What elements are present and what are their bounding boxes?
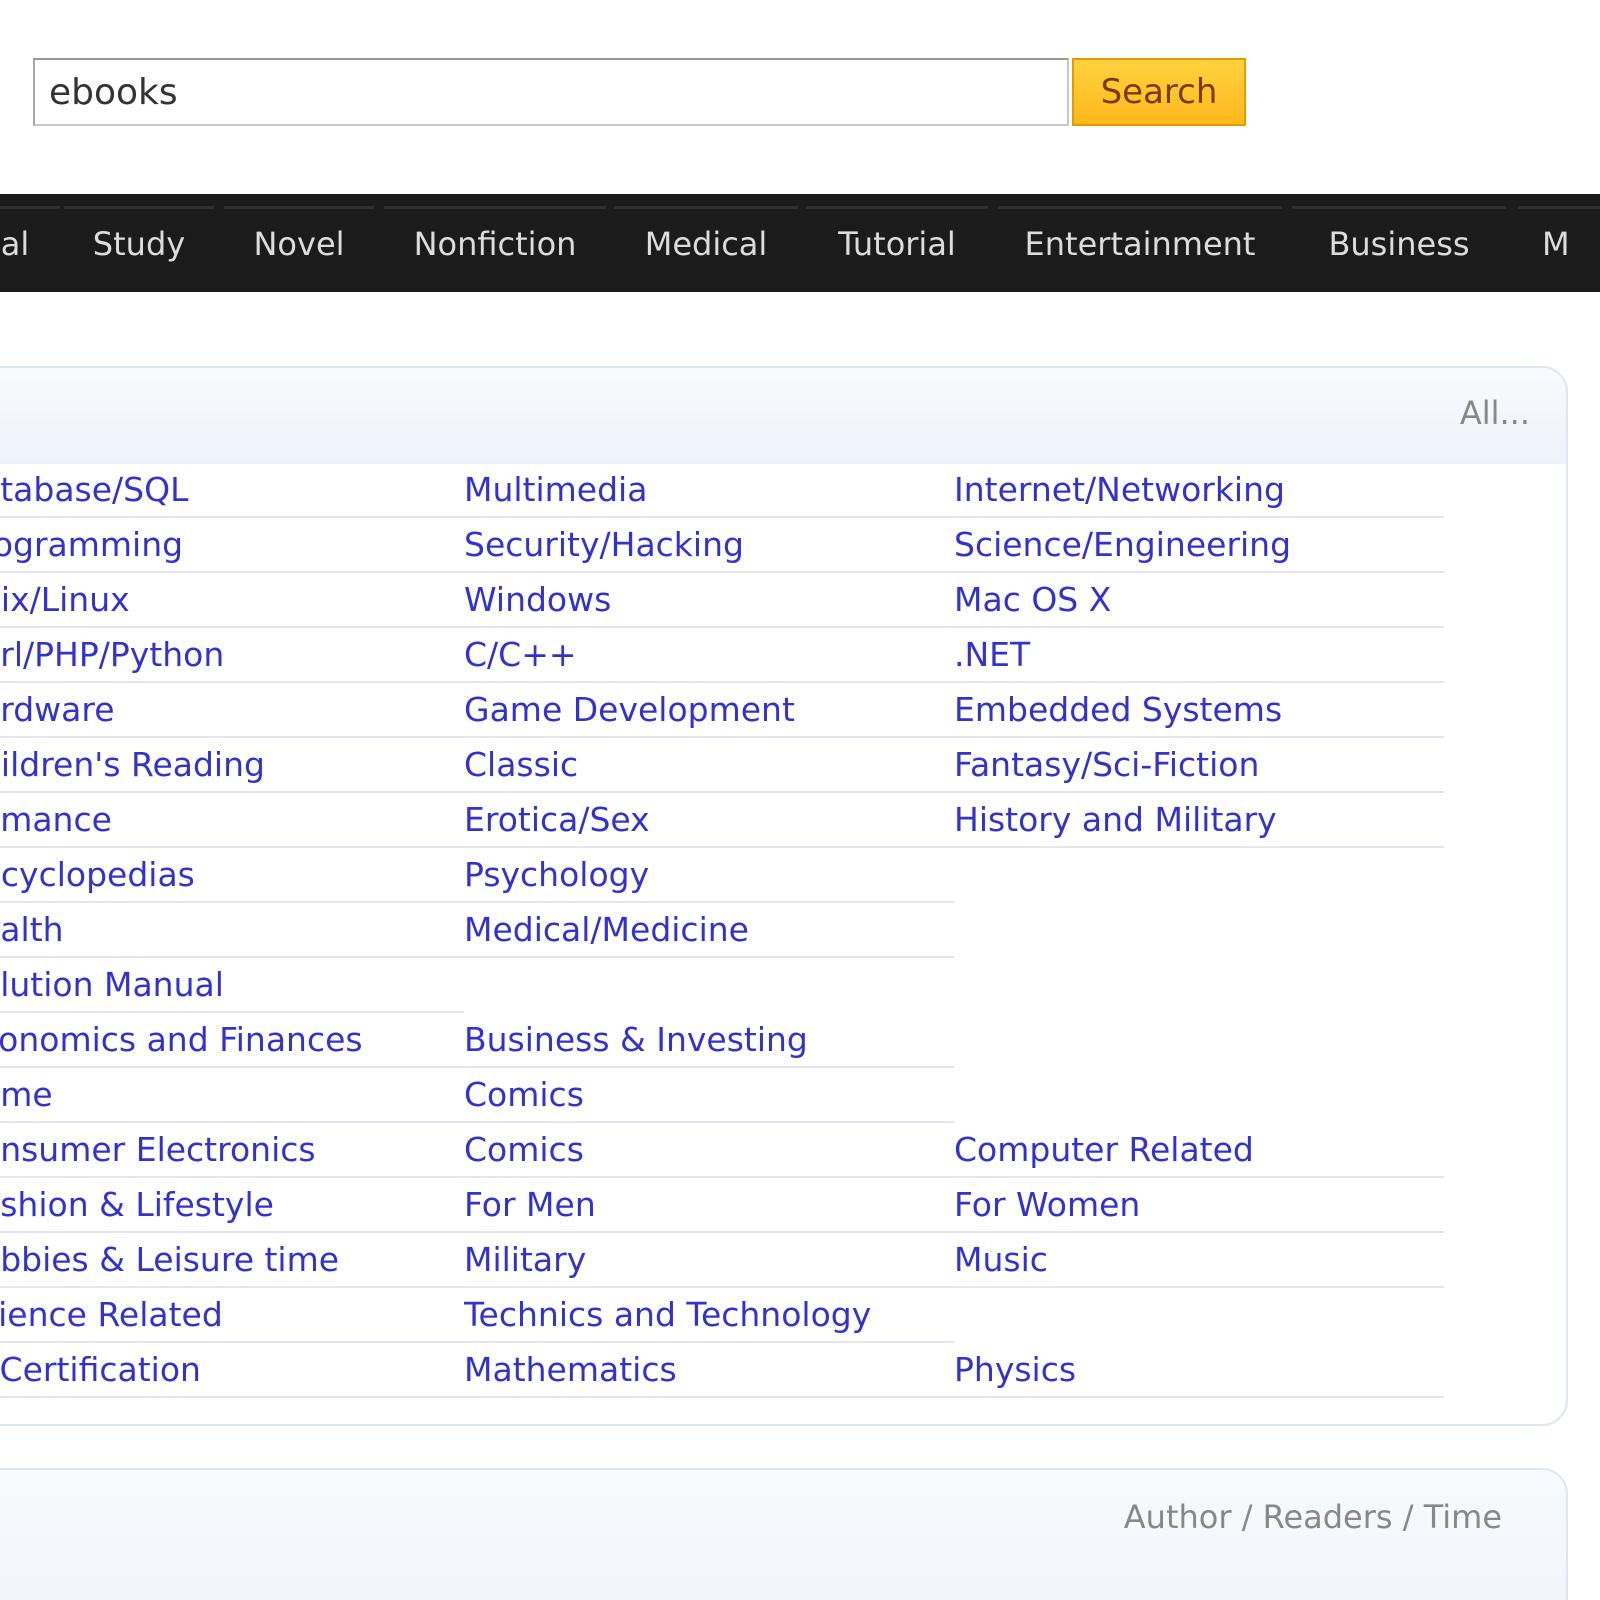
- category-row: rogramming Security/Hacking Science/Engine…: [0, 519, 1444, 574]
- category-link[interactable]: nix/Linux: [0, 574, 464, 628]
- category-link[interactable]: Security/Hacking: [464, 519, 954, 573]
- category-row: ameComics: [0, 1069, 1444, 1124]
- category-row: ealthMedical/Medicine: [0, 904, 1444, 959]
- category-link[interactable]: omance: [0, 794, 464, 848]
- category-link[interactable]: History and Military: [954, 794, 1444, 848]
- category-row: conomics and Finances Business & Investin…: [0, 1014, 1444, 1069]
- category-link[interactable]: onsumer Electronics: [0, 1124, 464, 1178]
- category-link[interactable]: Game Development: [464, 684, 954, 738]
- category-link[interactable]: rogramming: [0, 519, 464, 573]
- category-link[interactable]: ' Certification: [0, 1344, 464, 1398]
- category-link[interactable]: Technics and Technology: [464, 1289, 954, 1343]
- category-row: ncyclopedias Psychology: [0, 849, 1444, 904]
- category-row: cience Related Technics and Technology: [0, 1289, 1444, 1344]
- nav-item-nonfiction[interactable]: Nonfiction: [384, 206, 606, 282]
- category-row: ashion & Lifestyle For Men For Women: [0, 1179, 1444, 1234]
- category-link[interactable]: Mathematics: [464, 1344, 954, 1398]
- category-link[interactable]: Comics: [464, 1069, 954, 1123]
- category-row: hildren's Reading Classic Fantasy/Sci-Fict…: [0, 739, 1444, 794]
- category-link[interactable]: Military: [464, 1234, 954, 1288]
- category-link[interactable]: Physics: [954, 1344, 1444, 1398]
- category-link[interactable]: ardware: [0, 684, 464, 738]
- category-link[interactable]: For Men: [464, 1179, 954, 1233]
- category-row: nix/LinuxWindowsMac OS X: [0, 574, 1444, 629]
- category-row: obbies & Leisure time Military Music: [0, 1234, 1444, 1289]
- category-link[interactable]: obbies & Leisure time: [0, 1234, 464, 1288]
- category-row: omanceErotica/SexHistory and Military: [0, 794, 1444, 849]
- category-link[interactable]: Multimedia: [464, 464, 954, 518]
- category-link[interactable]: Embedded Systems: [954, 684, 1444, 738]
- category-link[interactable]: cience Related: [0, 1289, 464, 1343]
- category-link[interactable]: Erotica/Sex: [464, 794, 954, 848]
- nav-item-medical[interactable]: Medical: [614, 206, 798, 282]
- category-link[interactable]: ealth: [0, 904, 464, 958]
- category-link[interactable]: Comics: [464, 1124, 954, 1178]
- nav-item-tutorial[interactable]: Tutorial: [806, 206, 988, 282]
- category-row: ' Certification Mathematics Physics: [0, 1344, 1444, 1399]
- category-link[interactable]: hildren's Reading: [0, 739, 464, 793]
- category-link[interactable]: Science/Engineering: [954, 519, 1444, 573]
- category-link[interactable]: Medical/Medicine: [464, 904, 954, 958]
- category-link[interactable]: Psychology: [464, 849, 954, 903]
- category-link[interactable]: Internet/Networking: [954, 464, 1444, 518]
- category-row: onsumer Electronics Comics Computer Relate…: [0, 1124, 1444, 1179]
- category-nav-bar: al Study Novel Nonfiction Medical Tutori…: [0, 194, 1600, 292]
- nav-item-business[interactable]: Business: [1292, 206, 1506, 282]
- category-row: ardwareGame DevelopmentEmbedded Systems: [0, 684, 1444, 739]
- category-link[interactable]: C/C++: [464, 629, 954, 683]
- category-link[interactable]: Mac OS X: [954, 574, 1444, 628]
- category-link[interactable]: ncyclopedias: [0, 849, 464, 903]
- category-link[interactable]: Computer Related: [954, 1124, 1444, 1178]
- nav-item-novel[interactable]: Novel: [224, 206, 374, 282]
- nav-item-entertainment[interactable]: Entertainment: [998, 206, 1282, 282]
- category-link[interactable]: For Women: [954, 1179, 1444, 1233]
- category-panel-header: All...: [0, 368, 1566, 464]
- nav-item-study[interactable]: Study: [64, 206, 214, 282]
- category-link[interactable]: .NET: [954, 629, 1444, 683]
- category-row: erl/PHP/Python C/C++ .NET: [0, 629, 1444, 684]
- page: Search al Study Novel Nonfiction Medical…: [0, 0, 1600, 1600]
- category-link[interactable]: olution Manual: [0, 959, 464, 1013]
- category-link[interactable]: Windows: [464, 574, 954, 628]
- search-bar: Search: [33, 58, 1246, 126]
- category-row: atabase/SQL Multimedia Internet/Networking: [0, 464, 1444, 519]
- nav-item-partial[interactable]: al: [0, 206, 60, 282]
- category-link[interactable]: Fantasy/Sci-Fiction: [954, 739, 1444, 793]
- search-input[interactable]: [33, 58, 1069, 126]
- category-link[interactable]: Business & Investing: [464, 1014, 954, 1068]
- author-readers-time-label: Author / Readers / Time: [1123, 1498, 1502, 1536]
- category-link[interactable]: atabase/SQL: [0, 464, 464, 518]
- nav-item-more[interactable]: M: [1518, 206, 1600, 282]
- search-button[interactable]: Search: [1072, 58, 1246, 126]
- all-categories-link[interactable]: All...: [1460, 394, 1530, 432]
- category-link[interactable]: Classic: [464, 739, 954, 793]
- category-link[interactable]: ashion & Lifestyle: [0, 1179, 464, 1233]
- category-link[interactable]: ame: [0, 1069, 464, 1123]
- category-link[interactable]: Music: [954, 1234, 1444, 1288]
- category-row: olution Manual: [0, 959, 1444, 1014]
- category-link[interactable]: erl/PHP/Python: [0, 629, 464, 683]
- category-link[interactable]: conomics and Finances: [0, 1014, 464, 1068]
- book-list-panel-header: Author / Readers / Time: [0, 1468, 1568, 1600]
